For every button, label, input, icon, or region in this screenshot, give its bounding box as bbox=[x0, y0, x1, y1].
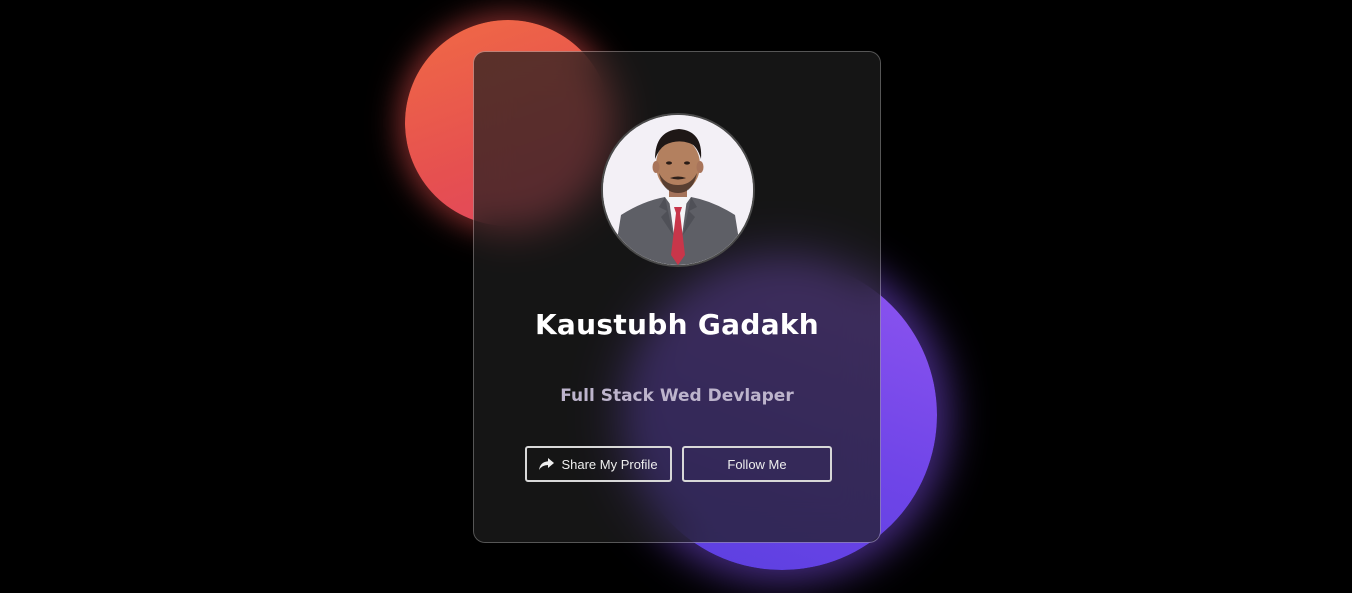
share-profile-label: Share My Profile bbox=[561, 456, 658, 472]
avatar bbox=[601, 113, 755, 267]
share-arrow-icon bbox=[539, 458, 555, 470]
profile-role: Full Stack Wed Devlaper bbox=[560, 386, 794, 406]
profile-card: Kaustubh Gadakh Full Stack Wed Devlaper … bbox=[473, 51, 881, 543]
follow-button[interactable]: Follow Me bbox=[682, 446, 832, 482]
follow-label: Follow Me bbox=[727, 456, 787, 472]
avatar-photo bbox=[603, 115, 753, 265]
profile-name: Kaustubh Gadakh bbox=[534, 308, 820, 341]
share-profile-button[interactable]: Share My Profile bbox=[525, 446, 672, 482]
page: Kaustubh Gadakh Full Stack Wed Devlaper … bbox=[0, 0, 1352, 593]
